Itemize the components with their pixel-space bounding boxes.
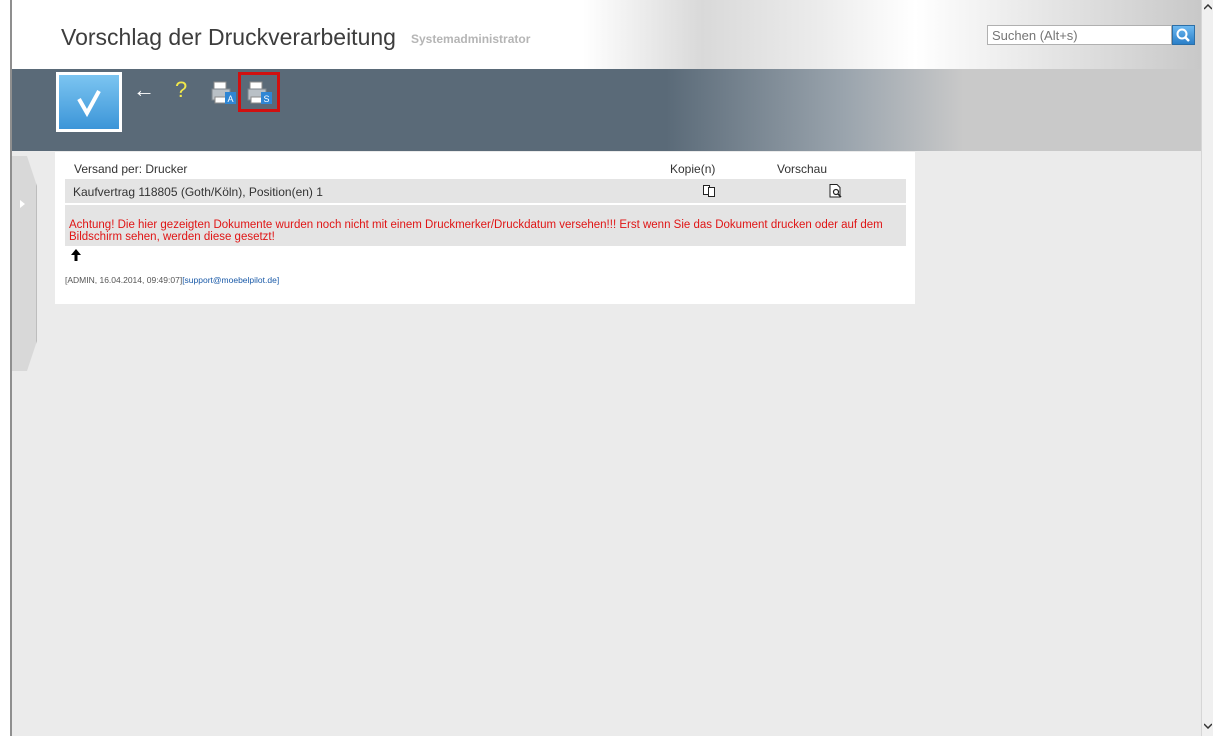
table-row: Kaufvertrag 118805 (Goth/Köln), Position… bbox=[65, 179, 906, 203]
warning-message: Achtung! Die hier gezeigten Dokumente wu… bbox=[65, 205, 906, 246]
help-button[interactable]: ? bbox=[175, 77, 187, 103]
confirm-button[interactable] bbox=[56, 72, 122, 132]
page-header: Vorschlag der Druckverarbeitung Systemad… bbox=[12, 0, 1201, 69]
chevron-right-icon bbox=[20, 200, 25, 208]
left-edge bbox=[0, 0, 10, 736]
scroll-up-icon[interactable] bbox=[1203, 2, 1213, 13]
checkmark-icon bbox=[77, 90, 101, 118]
vertical-scrollbar[interactable] bbox=[1201, 0, 1213, 736]
print-proposal-panel: Versand per: Drucker Kopie(n) Vorschau K… bbox=[55, 152, 915, 304]
footer-info: [ADMIN, 16.04.2014, 09:49:07][support@mo… bbox=[65, 275, 279, 285]
search-button[interactable] bbox=[1172, 25, 1195, 45]
copies-button[interactable] bbox=[703, 184, 717, 202]
document-label: Kaufvertrag 118805 (Goth/Köln), Position… bbox=[73, 185, 323, 199]
column-kopien: Kopie(n) bbox=[670, 162, 716, 176]
toolbar: ← ? A S bbox=[12, 69, 1201, 151]
copy-icon bbox=[703, 185, 715, 197]
print-a-button[interactable]: A bbox=[211, 80, 237, 106]
preview-icon bbox=[829, 184, 842, 198]
search-input[interactable] bbox=[987, 25, 1172, 45]
column-versand: Versand per: Drucker bbox=[74, 162, 188, 176]
back-button[interactable]: ← bbox=[133, 77, 155, 103]
printer-a-icon: A bbox=[211, 81, 236, 104]
page-title: Vorschlag der Druckverarbeitung bbox=[61, 24, 396, 50]
scroll-down-icon[interactable] bbox=[1203, 721, 1213, 732]
side-panel-handle[interactable] bbox=[12, 156, 37, 371]
user-name: Systemadministrator bbox=[411, 32, 531, 46]
column-vorschau: Vorschau bbox=[777, 162, 828, 176]
preview-button[interactable] bbox=[829, 184, 843, 203]
highlight-box bbox=[238, 72, 280, 112]
scroll-top-arrow-icon[interactable] bbox=[71, 248, 81, 264]
support-email-link[interactable]: [support@moebelpilot.de] bbox=[182, 275, 279, 285]
print-a-letter: A bbox=[228, 94, 234, 104]
footer-timestamp: [ADMIN, 16.04.2014, 09:49:07] bbox=[65, 275, 183, 285]
search-icon bbox=[1176, 28, 1190, 42]
